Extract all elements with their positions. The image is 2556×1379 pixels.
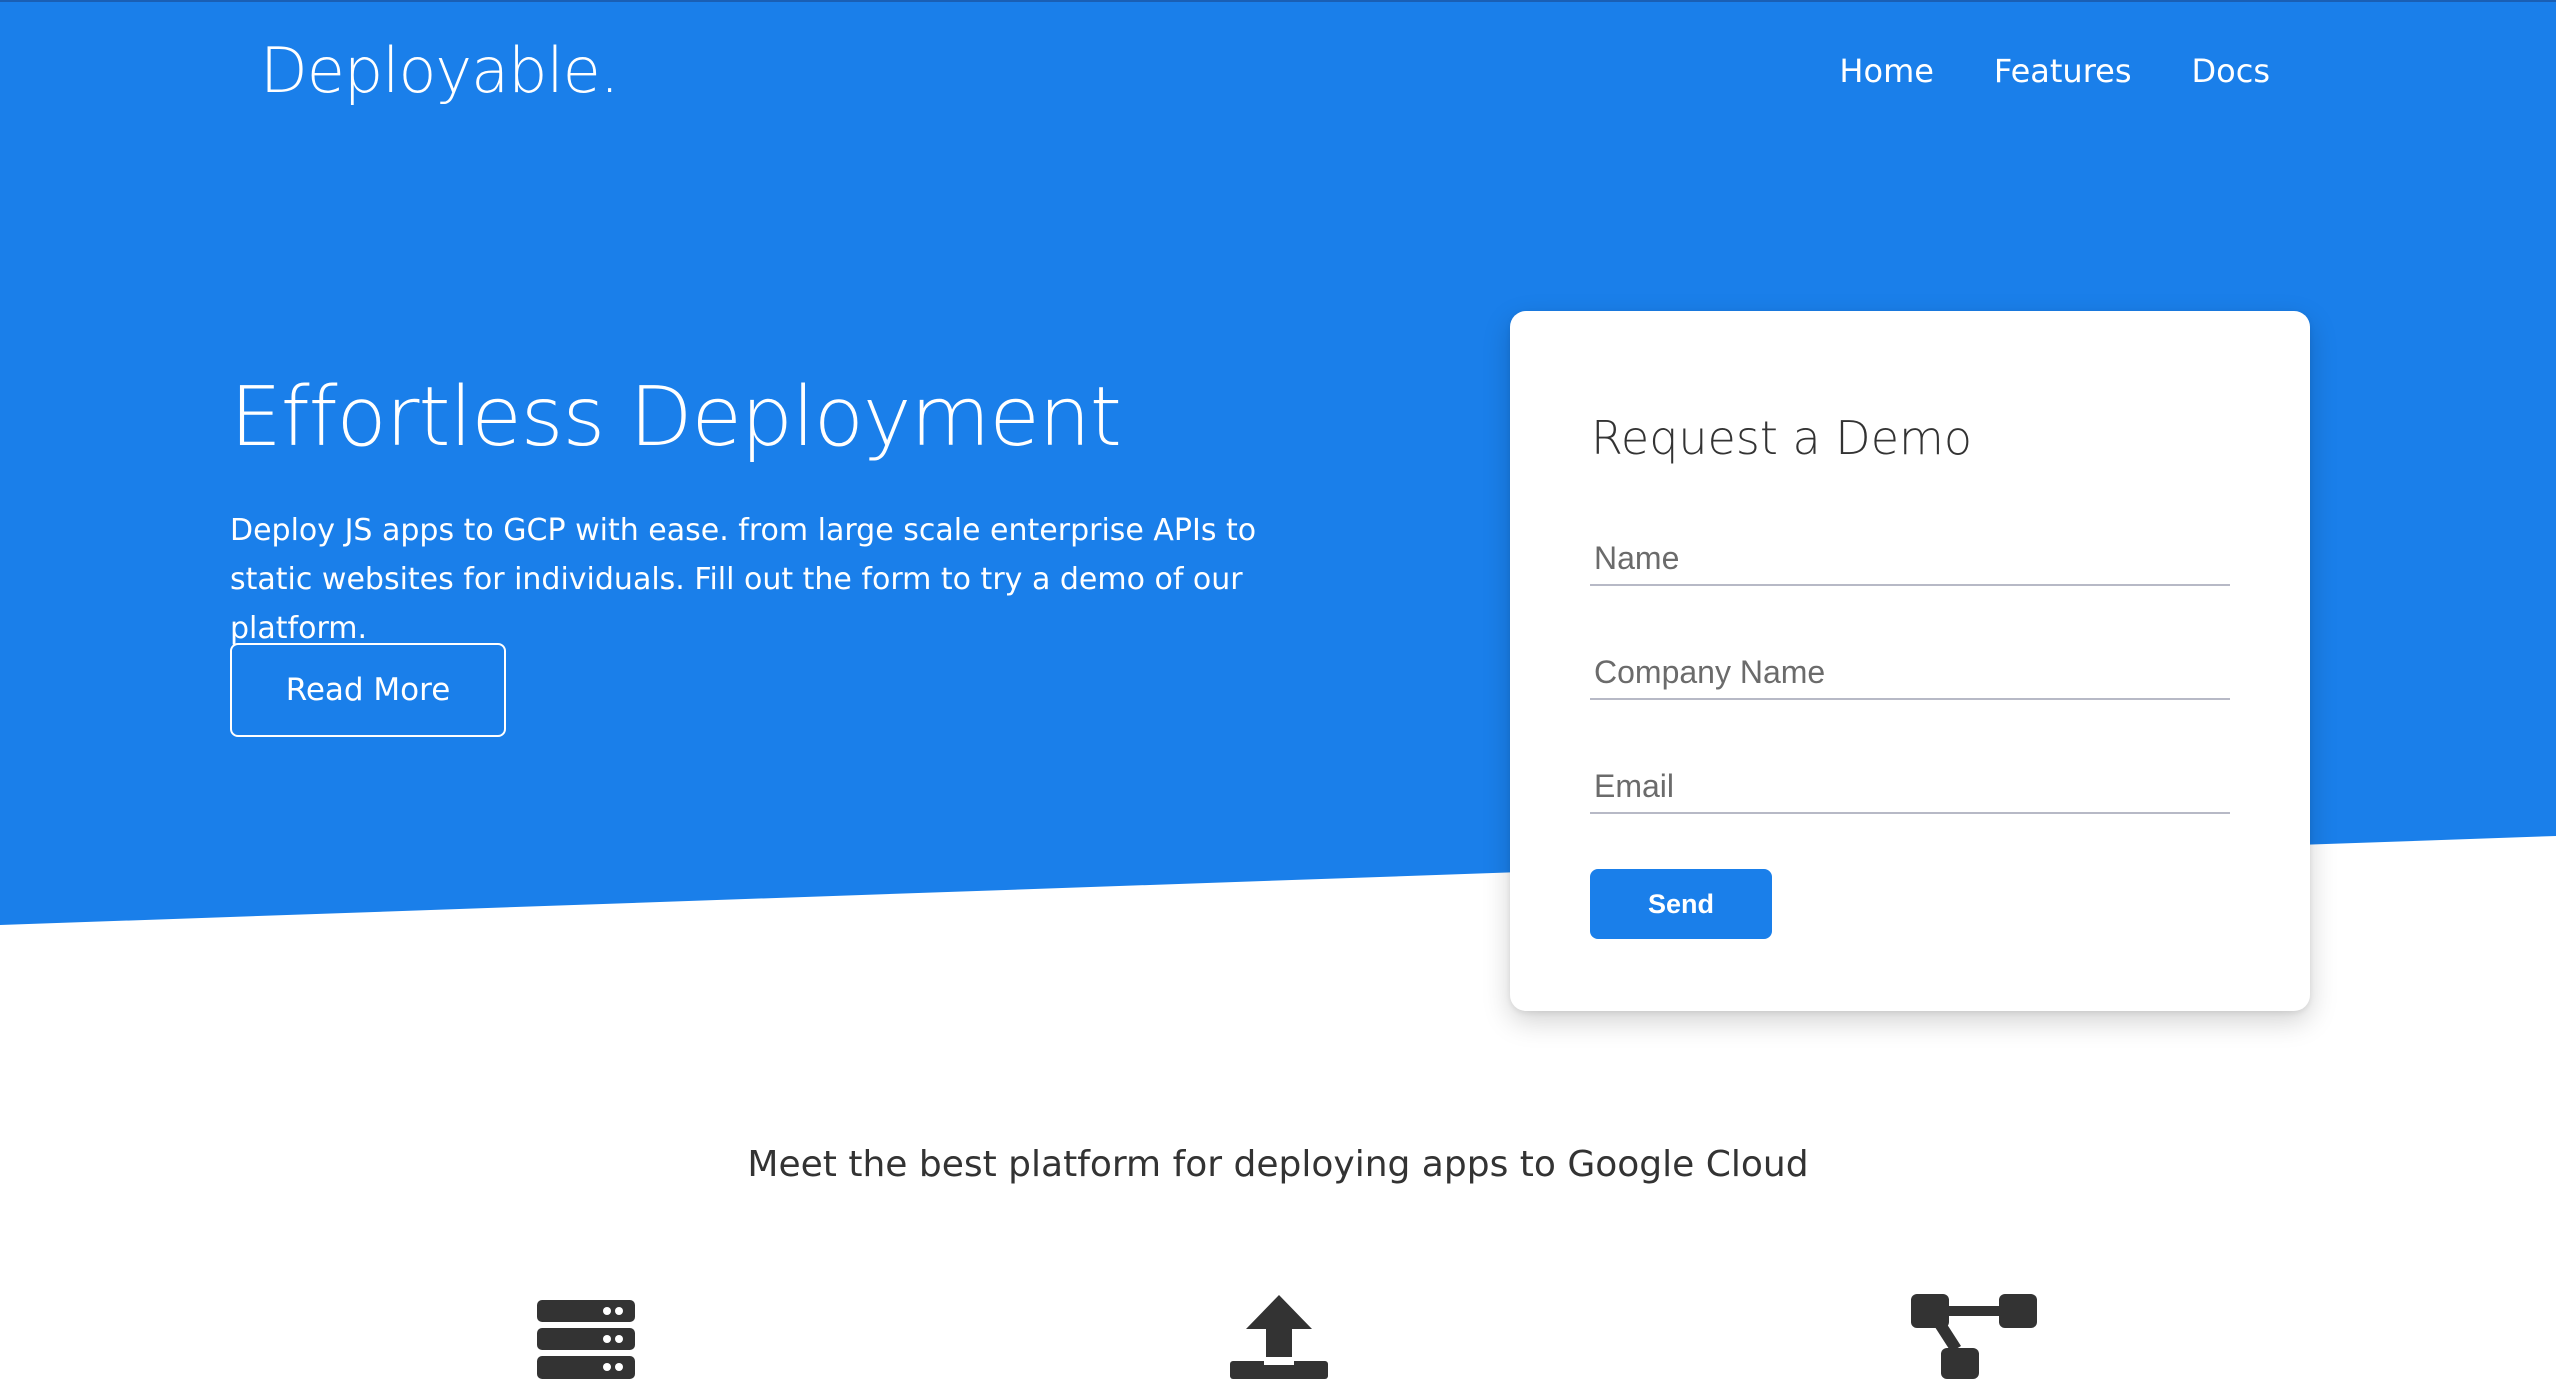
top-border	[0, 0, 2556, 2]
read-more-button[interactable]: Read More	[230, 643, 506, 737]
nav-docs-link[interactable]: Docs	[2192, 52, 2270, 90]
page: Deployable. Home Features Docs Effortles…	[0, 0, 2556, 1379]
nav-home-link[interactable]: Home	[1839, 52, 1934, 90]
upload-icon	[1230, 1295, 1328, 1379]
email-input[interactable]	[1590, 752, 2230, 814]
request-demo-title: Request a Demo	[1591, 411, 1972, 465]
main-nav: Home Features Docs	[1839, 52, 2270, 90]
logo[interactable]: Deployable.	[260, 34, 620, 107]
hero-title: Effortless Deployment	[230, 370, 1122, 465]
features-tagline: Meet the best platform for deploying app…	[747, 1144, 1809, 1185]
server-icon	[537, 1300, 635, 1379]
request-demo-card: Request a Demo Send	[1510, 311, 2310, 1011]
company-name-input[interactable]	[1590, 638, 2230, 700]
network-tree-icon	[1911, 1294, 2037, 1379]
send-button[interactable]: Send	[1590, 869, 1772, 939]
nav-features-link[interactable]: Features	[1994, 52, 2132, 90]
name-input[interactable]	[1590, 524, 2230, 586]
hero-description: Deploy JS apps to GCP with ease. from la…	[230, 513, 1257, 646]
